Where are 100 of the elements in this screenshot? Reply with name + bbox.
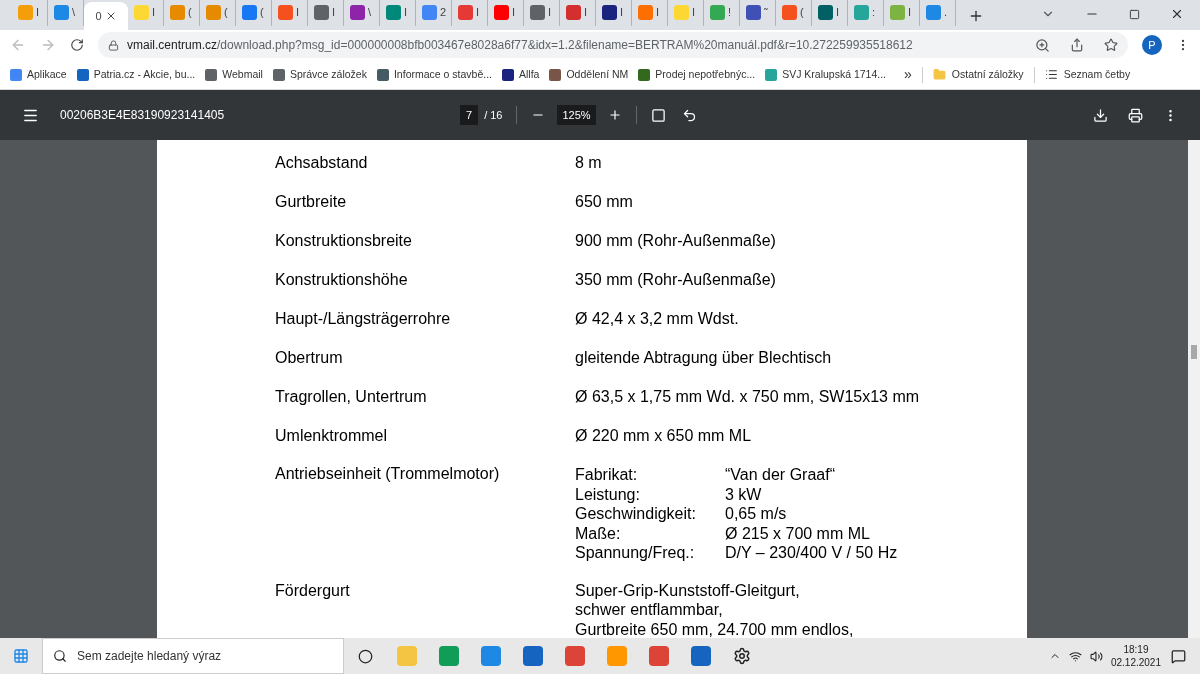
tab-title: I — [692, 4, 696, 20]
tab-title: I — [548, 4, 552, 20]
new-tab-icon[interactable] — [968, 8, 984, 24]
rotate-icon[interactable] — [681, 107, 697, 123]
browser-tab[interactable]: I — [884, 0, 920, 26]
browser-tab[interactable]: \ — [48, 0, 84, 26]
browser-tab[interactable]: I — [308, 0, 344, 26]
browser-tab[interactable]: I — [452, 0, 488, 26]
tab-title: I — [296, 4, 300, 20]
spec-value: Ø 42,4 x 3,2 mm Wdst. — [575, 309, 739, 329]
browser-tab[interactable]: I — [560, 0, 596, 26]
tab-title: \ — [72, 4, 76, 20]
browser-tab[interactable]: ( — [776, 0, 812, 26]
print-icon[interactable] — [1128, 107, 1143, 123]
tab-title: ( — [260, 4, 264, 20]
spec-value: 8 m — [575, 153, 602, 173]
zoom-field[interactable]: 125% — [557, 104, 596, 126]
tab-title: I — [836, 4, 840, 20]
reload-icon[interactable] — [70, 38, 84, 52]
bookmark-item[interactable]: Patria.cz - Akcie, bu... — [76, 66, 196, 83]
bookmark-item[interactable]: SVJ Kralupská 1714... — [765, 66, 887, 83]
page-number-field[interactable]: 7 — [460, 104, 479, 126]
browser-tab[interactable]: : — [848, 0, 884, 26]
bookmark-item[interactable]: Prodej nepotřebnýc... — [638, 66, 756, 83]
more-bookmarks-button[interactable]: » — [904, 64, 912, 85]
spec-value: “Van der Graaf“ — [725, 465, 836, 485]
document-title: 00206B3E4E83190923141405 — [60, 107, 226, 124]
tab-title: ˜ — [764, 4, 768, 20]
spec-key: Maße: — [575, 523, 725, 543]
spec-value: Gurtbreite 650 mm, 24.700 mm endlos, — [575, 619, 854, 638]
browser-tab[interactable]: I — [668, 0, 704, 26]
browser-tab[interactable]: I — [632, 0, 668, 26]
spec-value: 900 mm (Rohr-Außenmaße) — [575, 231, 776, 251]
clock[interactable]: 18:19 02.12.2021 — [1110, 643, 1161, 669]
bookmark-item[interactable]: Webmail — [205, 66, 263, 83]
fit-page-icon[interactable] — [650, 107, 666, 123]
browser-tab[interactable]: ( — [236, 0, 272, 26]
browser-tab[interactable]: \ — [344, 0, 380, 26]
profile-avatar[interactable]: P — [1142, 35, 1162, 55]
bookmark-item[interactable]: Allfa — [502, 66, 540, 83]
browser-tab[interactable]: ˜ — [740, 0, 776, 26]
browser-tab[interactable]: I — [12, 0, 48, 26]
spec-value: 0,65 m/s — [725, 504, 788, 524]
browser-tab[interactable]: ( — [200, 0, 236, 26]
spec-label: Obertrum — [275, 348, 344, 368]
reading-list-button[interactable]: Seznam četby — [1044, 66, 1131, 83]
bookmark-item[interactable]: Aplikace — [10, 66, 67, 83]
spec-value: 350 mm (Rohr-Außenmaße) — [575, 270, 776, 290]
tab-title: ( — [800, 4, 804, 20]
spec-value: schwer entflammbar, — [575, 600, 724, 620]
bookmark-item[interactable]: Oddělení NM — [549, 66, 629, 83]
tab-title: ( — [188, 4, 192, 20]
zoom-in-icon[interactable] — [607, 108, 622, 122]
volume-icon[interactable] — [1089, 649, 1103, 663]
tab-title: I — [152, 4, 156, 20]
spec-key: Geschwindigkeit: — [575, 504, 725, 524]
restore-icon[interactable] — [1129, 9, 1140, 20]
browser-tab[interactable]: I — [596, 0, 632, 26]
list-icon — [1044, 68, 1058, 81]
browser-tab[interactable]: I — [272, 0, 308, 26]
close-window-icon[interactable] — [1170, 7, 1184, 21]
spec-value: Ø 220 mm x 650 mm ML — [575, 426, 752, 446]
browser-tab[interactable]: ! — [704, 0, 740, 26]
tab-title: I — [512, 4, 516, 20]
scrollbar[interactable] — [1188, 140, 1200, 638]
tab-title: I — [36, 4, 40, 20]
browser-tab[interactable]: 0 — [84, 2, 128, 30]
zoom-icon[interactable] — [1035, 37, 1050, 53]
share-icon[interactable] — [1070, 38, 1084, 52]
tab-title: I — [620, 4, 624, 20]
browser-tab[interactable]: I — [524, 0, 560, 26]
browser-tab[interactable]: . — [920, 0, 956, 26]
settings-icon[interactable] — [733, 647, 751, 665]
notifications-icon[interactable] — [1171, 648, 1186, 664]
spec-value: 650 mm — [575, 192, 633, 212]
taskbar-app-icon[interactable] — [691, 646, 711, 666]
browser-tab[interactable]: I — [812, 0, 848, 26]
spec-value: Ø 63,5 x 1,75 mm Wd. x 750 mm, SW15x13 mm — [575, 387, 920, 407]
tab-title: I — [584, 4, 588, 20]
browser-tab[interactable]: 2 — [416, 0, 452, 26]
browser-tab[interactable]: I — [488, 0, 524, 26]
task-view-icon[interactable] — [358, 648, 373, 664]
bookmark-star-icon[interactable] — [1104, 38, 1118, 52]
taskbar-search-field[interactable]: Sem zadejte hledaný výraz — [42, 638, 344, 674]
address-bar[interactable]: vmail.centrum.cz/download.php?msg_id=000000008bfb003467e8028a6f77&idx=1.2&filename=BERTRAM%20manuál.pdf&r=10.272259935518612 — [98, 32, 1128, 58]
taskbar-app-icon[interactable] — [523, 646, 543, 666]
network-icon[interactable] — [1068, 649, 1082, 663]
other-bookmarks-folder[interactable]: Ostatní záložky — [932, 66, 1024, 83]
bookmark-item[interactable]: Informace o stavbě... — [376, 66, 492, 83]
windows-start-icon[interactable] — [13, 648, 29, 664]
download-icon[interactable] — [1093, 107, 1108, 123]
browser-tab[interactable]: ( — [164, 0, 200, 26]
browser-tab[interactable]: I — [128, 0, 164, 26]
tab-title: I — [476, 4, 480, 20]
spec-key: Spannung/Freq.: — [575, 543, 725, 563]
spec-key: Fabrikat: — [575, 465, 725, 485]
browser-tab[interactable]: I — [380, 0, 416, 26]
tab-title: ! — [728, 4, 732, 20]
bookmark-item[interactable]: Správce záložek — [272, 66, 367, 83]
tab-title: \ — [368, 4, 372, 20]
